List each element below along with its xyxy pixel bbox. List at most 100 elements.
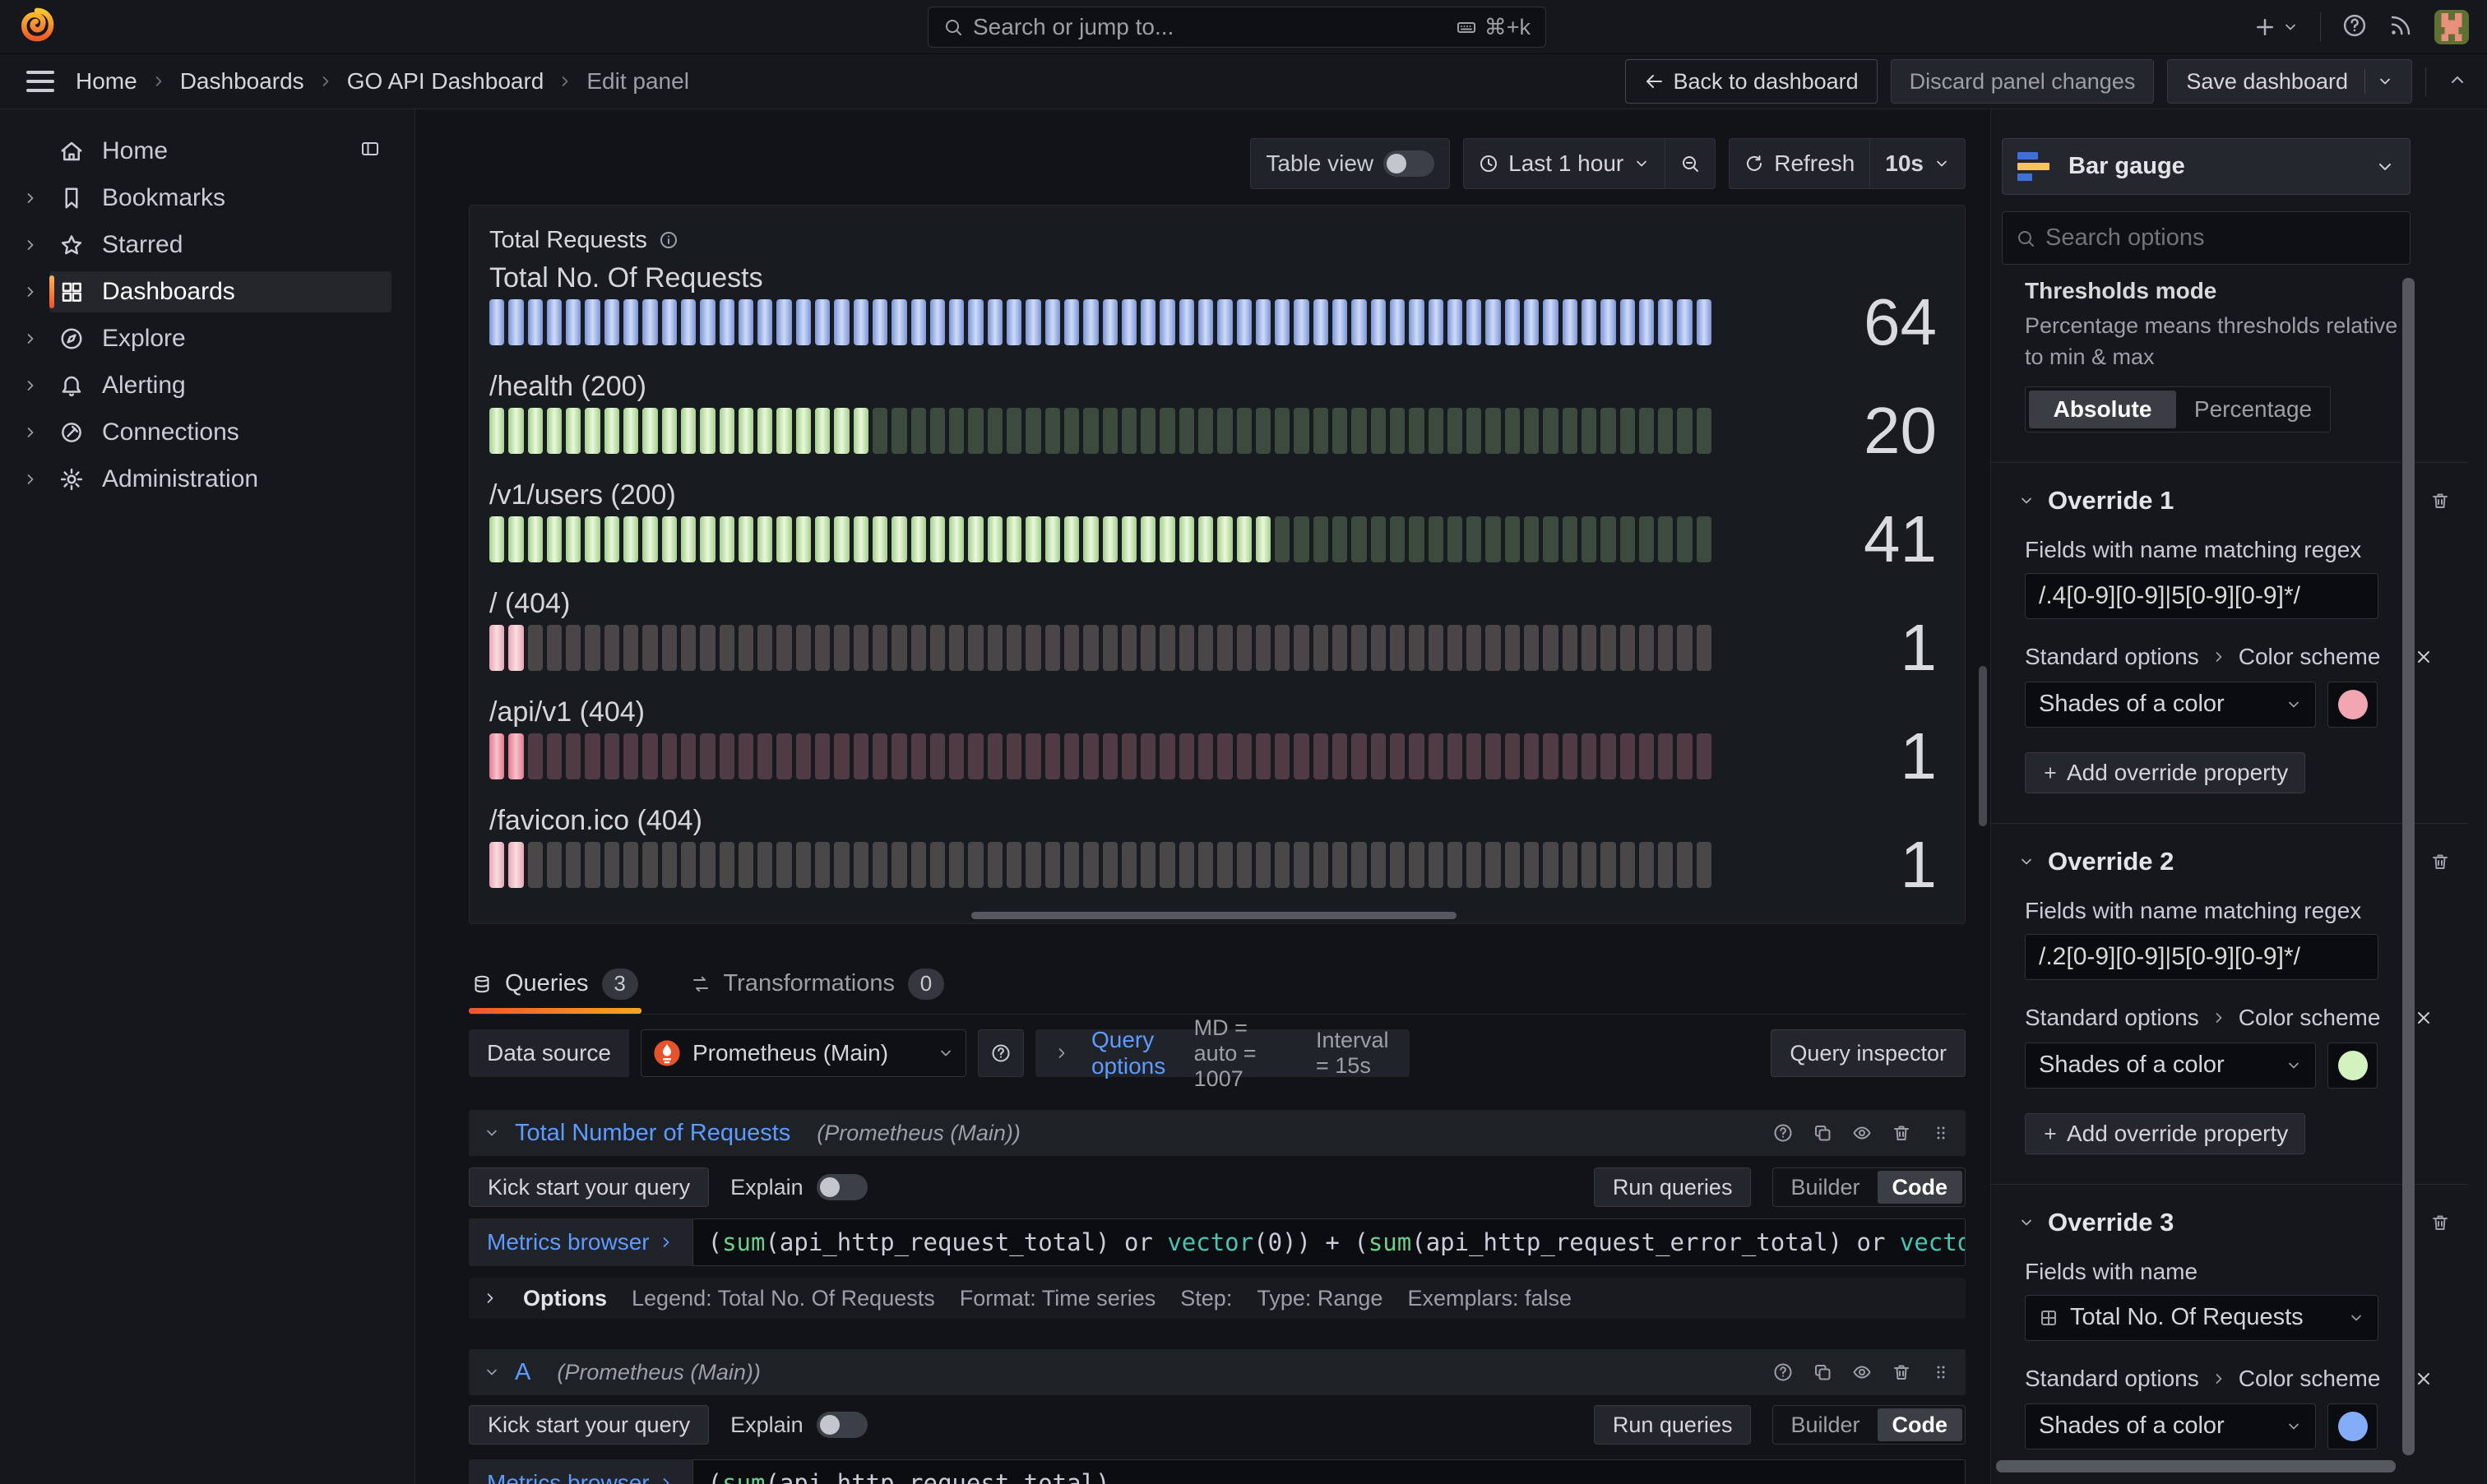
trash-icon[interactable] [1892,1123,1911,1143]
sidebar-item-home[interactable]: Home [0,127,414,174]
drag-handle-icon[interactable] [1931,1362,1951,1382]
eye-icon[interactable] [1852,1362,1872,1382]
code-option[interactable]: Code [1878,1171,1963,1204]
trash-icon[interactable] [2430,491,2450,511]
promql-editor[interactable]: (sum(api_http_request_total) [692,1459,1966,1484]
panel-edit-actions: Back to dashboard Discard panel changes … [1625,59,2467,104]
tab-queries[interactable]: Queries 3 [469,954,641,1014]
explain-switch[interactable] [817,1412,868,1438]
query-options-toggle[interactable]: Query options [1091,1027,1173,1079]
close-icon[interactable] [2414,647,2434,667]
close-icon[interactable] [2414,1369,2434,1389]
query-name[interactable]: A [515,1359,530,1386]
builder-option[interactable]: Builder [1776,1171,1874,1204]
explain-switch[interactable] [817,1174,868,1200]
promql-editor[interactable]: (sum(api_http_request_total) or vector(0… [692,1218,1966,1266]
color-scheme-select[interactable]: Shades of a color [2025,1042,2316,1089]
gauge-row: / (404)1 [489,587,1945,671]
chevron-right-icon [22,331,39,347]
color-swatch-button[interactable] [2327,682,2378,728]
matcher-regex-input[interactable] [2025,573,2378,619]
user-avatar[interactable] [2434,10,2469,44]
refresh-interval-button[interactable]: 10s [1869,139,1965,188]
code-option[interactable]: Code [1878,1408,1963,1441]
zoom-out-time-button[interactable] [1665,139,1715,188]
breadcrumb-dashboards[interactable]: Dashboards [180,68,304,95]
percentage-option[interactable]: Percentage [2179,391,2327,428]
close-icon[interactable] [2414,1008,2434,1028]
bar-gauge-viz: Total No. Of Requests64 /health (200)20 … [489,261,1945,888]
sidebar-item-explore[interactable]: Explore [0,315,414,362]
save-dashboard-button[interactable]: Save dashboard [2167,59,2412,104]
metrics-browser-button[interactable]: Metrics browser [469,1218,692,1266]
field-name-select[interactable]: Total No. Of Requests [2025,1295,2378,1341]
matcher-regex-input[interactable] [2025,934,2378,980]
search-placeholder: Search or jump to... [973,14,1447,40]
panel-header[interactable]: Total Requests [489,219,1945,261]
trash-icon[interactable] [1892,1362,1911,1382]
dock-menu-button[interactable] [360,139,380,163]
breadcrumb-home[interactable]: Home [76,68,137,95]
panel-horizontal-scrollbar[interactable] [971,912,1457,919]
discard-panel-changes-button[interactable]: Discard panel changes [1891,59,2155,104]
help-icon[interactable] [1773,1123,1793,1143]
sidebar-item-bookmarks[interactable]: Bookmarks [0,174,414,221]
query-row-header[interactable]: A (Prometheus (Main)) [469,1349,1966,1395]
table-view-switch[interactable] [1383,150,1434,177]
info-icon[interactable] [659,230,678,250]
options-toggle[interactable]: Options [523,1286,607,1311]
color-scheme-select[interactable]: Shades of a color [2025,1403,2316,1449]
datasource-picker[interactable]: Prometheus (Main) [641,1029,966,1077]
sidebar-item-alerting[interactable]: Alerting [0,362,414,409]
refresh-button[interactable]: Refresh [1730,139,1869,188]
query-inspector-button[interactable]: Query inspector [1771,1029,1966,1077]
tab-transformations[interactable]: Transformations 0 [688,954,947,1014]
override-title: Override 3 [2048,1208,2174,1237]
color-swatch-button[interactable] [2327,1042,2378,1089]
kick-start-button[interactable]: Kick start your query [469,1405,709,1445]
trash-icon[interactable] [2430,1213,2450,1232]
add-override-property-button[interactable]: Add override property [2025,1113,2305,1154]
datasource-help-button[interactable] [978,1029,1024,1077]
help-button[interactable] [2342,13,2367,42]
trash-icon[interactable] [2430,852,2450,871]
menu-toggle-button[interactable] [26,71,54,92]
query-name[interactable]: Total Number of Requests [515,1120,790,1147]
duplicate-icon[interactable] [1813,1123,1832,1143]
breadcrumb-dashboard-name[interactable]: GO API Dashboard [347,68,544,95]
run-queries-button[interactable]: Run queries [1594,1167,1752,1207]
builder-option[interactable]: Builder [1776,1408,1874,1441]
options-horizontal-scrollbar[interactable] [1996,1460,2396,1472]
grafana-logo-icon[interactable] [20,7,54,46]
color-scheme-select[interactable]: Shades of a color [2025,682,2316,728]
color-swatch-button[interactable] [2327,1403,2378,1449]
global-search-input[interactable]: Search or jump to... ⌘+k [928,7,1546,48]
news-button[interactable] [2388,13,2413,42]
override-title: Override 1 [2048,486,2174,515]
collapse-toolbar-button[interactable] [2448,70,2467,94]
options-search-input[interactable] [2045,224,2397,252]
table-view-toggle[interactable]: Table view [1251,139,1449,188]
absolute-option[interactable]: Absolute [2029,391,2176,428]
time-range-button[interactable]: Last 1 hour [1464,139,1665,188]
sidebar-item-connections[interactable]: Connections [0,409,414,455]
options-vertical-scrollbar[interactable] [2402,278,2415,1455]
add-override-property-button[interactable]: Add override property [2025,752,2305,793]
transform-icon [691,974,711,994]
metrics-browser-button[interactable]: Metrics browser [469,1459,692,1484]
back-to-dashboard-button[interactable]: Back to dashboard [1625,59,1878,104]
help-icon[interactable] [1773,1362,1793,1382]
sidebar-item-dashboards[interactable]: Dashboards [0,268,414,315]
duplicate-icon[interactable] [1813,1362,1832,1382]
options-search[interactable] [2002,211,2411,265]
visualization-picker[interactable]: Bar gauge [2002,138,2411,195]
sidebar-item-starred[interactable]: Starred [0,221,414,268]
run-queries-button[interactable]: Run queries [1594,1405,1752,1445]
main-vertical-scrollbar[interactable] [1979,666,1987,826]
eye-icon[interactable] [1852,1123,1872,1143]
add-new-button[interactable] [2253,15,2299,39]
drag-handle-icon[interactable] [1931,1123,1951,1143]
kick-start-button[interactable]: Kick start your query [469,1167,709,1207]
sidebar-item-administration[interactable]: Administration [0,455,414,502]
query-row-header[interactable]: Total Number of Requests (Prometheus (Ma… [469,1110,1966,1156]
